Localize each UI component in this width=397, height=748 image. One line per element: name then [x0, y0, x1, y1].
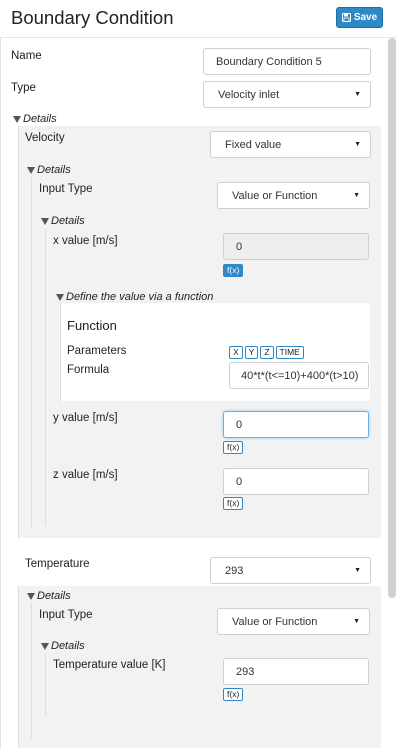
formula-input[interactable]: 40*t*(t<=10)+400*(t>10)	[229, 362, 369, 389]
velocity-inner-details-toggle[interactable]: Details	[41, 215, 85, 227]
velocity-input-type-label: Input Type	[39, 183, 93, 195]
param-x[interactable]: X	[229, 346, 243, 359]
temperature-details-toggle[interactable]: Details	[27, 590, 71, 602]
type-select-value: Velocity inlet	[218, 88, 280, 101]
velocity-input-type-select[interactable]: Value or Function ▼	[217, 182, 370, 209]
function-toggle-label: Define the value via a function	[66, 291, 214, 303]
scrollbar[interactable]	[388, 38, 396, 598]
triangle-down-icon	[56, 293, 64, 301]
floppy-disk-icon	[341, 13, 351, 22]
triangle-down-icon	[27, 592, 35, 600]
temperature-value-label: Temperature value [K]	[53, 659, 166, 671]
save-button-label: Save	[353, 12, 378, 23]
name-label: Name	[11, 50, 42, 62]
param-time[interactable]: TIME	[275, 346, 304, 359]
caret-down-icon: ▼	[354, 141, 361, 148]
x-fx-button[interactable]: f(x)	[223, 264, 244, 277]
triangle-down-icon	[27, 166, 35, 174]
header-divider	[0, 37, 397, 38]
y-value-input[interactable]: 0	[223, 411, 369, 438]
parameters-group: X Y Z TIME	[229, 344, 306, 359]
velocity-select[interactable]: Fixed value ▼	[210, 131, 371, 158]
temperature-value-input[interactable]: 293	[223, 658, 369, 685]
velocity-label: Velocity	[25, 132, 65, 144]
y-fx-button[interactable]: f(x)	[223, 441, 244, 454]
caret-down-icon: ▼	[354, 91, 361, 98]
temperature-input-type-value: Value or Function	[232, 615, 318, 628]
velocity-input-type-value: Value or Function	[232, 189, 318, 202]
temperature-fx-button[interactable]: f(x)	[223, 688, 244, 701]
x-value-input[interactable]: 0	[223, 233, 369, 260]
z-value-input[interactable]: 0	[223, 468, 369, 495]
save-button[interactable]: Save	[336, 7, 383, 28]
temperature-inner-details-toggle[interactable]: Details	[41, 640, 85, 652]
z-value-label: z value [m/s]	[53, 469, 118, 481]
formula-label: Formula	[67, 364, 110, 376]
velocity-inner-details-label: Details	[51, 215, 85, 227]
caret-down-icon: ▼	[353, 192, 360, 199]
temperature-select[interactable]: 293 ▼	[210, 557, 371, 584]
caret-down-icon: ▼	[353, 618, 360, 625]
temperature-label: Temperature	[25, 558, 90, 570]
temperature-inner-details-label: Details	[51, 640, 85, 652]
temperature-input-type-label: Input Type	[39, 609, 93, 621]
param-y[interactable]: Y	[244, 346, 259, 359]
type-select[interactable]: Velocity inlet ▼	[203, 81, 371, 108]
triangle-down-icon	[41, 642, 49, 650]
form-frame	[0, 38, 1, 748]
velocity-details-toggle[interactable]: Details	[27, 164, 71, 176]
velocity-details-label: Details	[37, 164, 71, 176]
function-heading: Function	[67, 318, 117, 333]
temperature-select-value: 293	[225, 564, 244, 577]
param-z[interactable]: Z	[260, 346, 274, 359]
details-toggle-label: Details	[23, 113, 57, 125]
type-label: Type	[11, 82, 36, 94]
parameters-label: Parameters	[67, 345, 127, 357]
x-value-label: x value [m/s]	[53, 235, 118, 247]
name-input[interactable]: Boundary Condition 5	[203, 48, 371, 75]
function-toggle[interactable]: Define the value via a function	[56, 291, 213, 303]
triangle-down-icon	[13, 115, 21, 123]
details-toggle[interactable]: Details	[13, 113, 57, 125]
y-value-label: y value [m/s]	[53, 412, 118, 424]
temperature-details-label: Details	[37, 590, 71, 602]
temperature-input-type-select[interactable]: Value or Function ▼	[217, 608, 370, 635]
page-title: Boundary Condition	[11, 7, 174, 28]
triangle-down-icon	[41, 217, 49, 225]
velocity-select-value: Fixed value	[225, 138, 282, 151]
caret-down-icon: ▼	[354, 567, 361, 574]
z-fx-button[interactable]: f(x)	[223, 497, 244, 510]
